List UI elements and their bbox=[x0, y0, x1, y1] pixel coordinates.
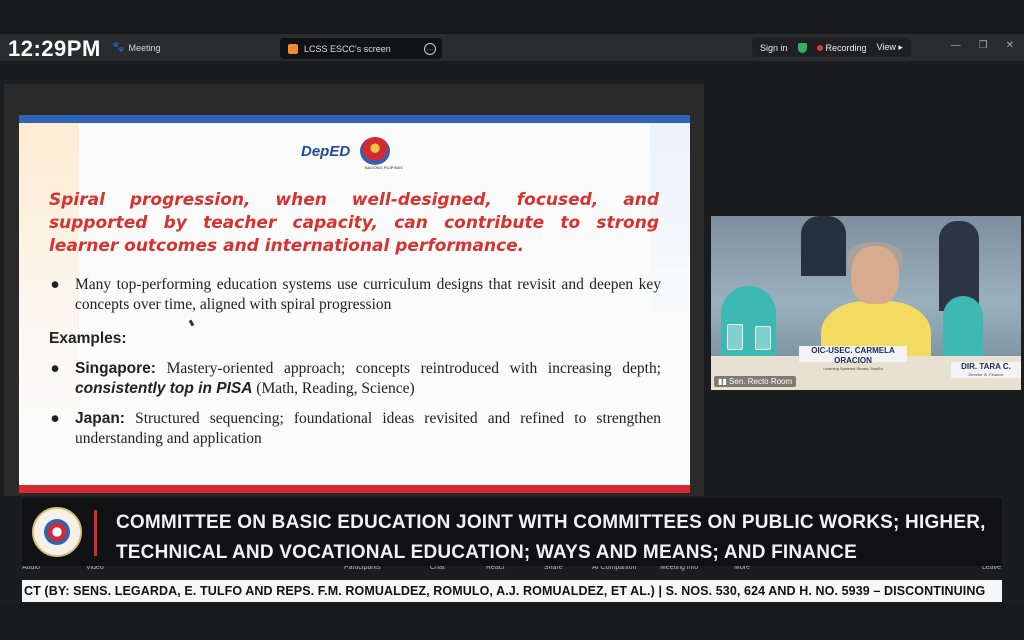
meeting-label: Meeting bbox=[128, 42, 161, 53]
slide-body: ● Many top-performing education systems … bbox=[49, 275, 661, 449]
meeting-title: 🐾 Meeting bbox=[112, 42, 160, 53]
bullet-dot: ● bbox=[50, 360, 60, 377]
water-glass bbox=[755, 326, 771, 350]
ticker-text: CT (BY: SENS. LEGARDA, E. TULFO AND REPS… bbox=[24, 584, 986, 598]
nameplate-side: DIR. TARA C. Director III, Finance bbox=[951, 362, 1021, 378]
senate-seal-icon bbox=[32, 507, 82, 557]
minimize-icon[interactable]: — bbox=[951, 40, 961, 51]
screen-share-tab[interactable]: LCSS ESCC's screen … bbox=[280, 38, 442, 59]
share-tab-label: LCSS ESCC's screen bbox=[304, 43, 391, 54]
bullet-dot: ● bbox=[50, 276, 60, 293]
bullet-text: Japan: Structured sequencing; foundation… bbox=[75, 410, 661, 447]
titlebar-actions: Sign in Recording View ▸ bbox=[752, 38, 911, 57]
bagong-pilipinas-logo bbox=[360, 137, 391, 165]
deped-logo: DepED bbox=[301, 142, 351, 160]
singapore-label: Singapore: bbox=[75, 360, 156, 377]
bullet-item: ● Many top-performing education systems … bbox=[49, 275, 661, 315]
participant-video[interactable]: OIC-USEC. CARMELA ORACION Learning System… bbox=[711, 216, 1021, 390]
share-app-icon bbox=[288, 43, 298, 54]
japan-label: Japan: bbox=[75, 410, 125, 427]
participant-name-label: ▮▮ Sen. Recto Room bbox=[714, 376, 797, 387]
pisa-emphasis: consistently top in PISA bbox=[75, 380, 253, 397]
banner-title: COMMITTEE ON BASIC EDUCATION JOINT WITH … bbox=[116, 512, 986, 563]
sign-in-button[interactable]: Sign in bbox=[760, 43, 788, 53]
presentation-slide: DepED BAGONG PILIPINAS Spiral progressio… bbox=[19, 115, 690, 493]
window-controls: — ❐ ✕ bbox=[951, 40, 1014, 51]
slide-bottom-bar bbox=[19, 485, 690, 493]
bullet-item: ● Japan: Structured sequencing; foundati… bbox=[49, 409, 661, 449]
slide-headline: Spiral progression, when well-designed, … bbox=[49, 190, 659, 256]
slide-logos: DepED bbox=[301, 137, 391, 165]
more-options-icon[interactable]: … bbox=[424, 42, 436, 55]
news-ticker: CT (BY: SENS. LEGARDA, E. TULFO AND REPS… bbox=[22, 580, 1002, 602]
close-icon[interactable]: ✕ bbox=[1006, 40, 1014, 51]
security-shield-icon[interactable] bbox=[797, 42, 807, 53]
paw-icon: 🐾 bbox=[112, 42, 125, 53]
bullet-text: Many top-performing education systems us… bbox=[75, 276, 661, 313]
record-dot-icon bbox=[816, 44, 823, 51]
examples-heading: Examples: bbox=[49, 330, 127, 347]
bottom-letterbox bbox=[0, 604, 1024, 640]
slide-top-bar bbox=[19, 115, 690, 123]
bullet-item: ● Singapore: Mastery-oriented approach; … bbox=[49, 359, 661, 399]
logo-caption: BAGONG PILIPINAS bbox=[365, 165, 403, 170]
banner-accent-line bbox=[94, 510, 97, 556]
view-button[interactable]: View ▸ bbox=[877, 42, 903, 53]
maximize-icon[interactable]: ❐ bbox=[979, 40, 988, 51]
clock-overlay: 12:29PM bbox=[8, 36, 101, 61]
nameplate-main: OIC-USEC. CARMELA ORACION Learning System… bbox=[799, 346, 907, 371]
bullet-text: Singapore: Mastery-oriented approach; co… bbox=[75, 360, 661, 397]
water-glass bbox=[727, 324, 743, 350]
bullet-dot: ● bbox=[50, 410, 60, 427]
recording-indicator[interactable]: Recording bbox=[816, 43, 867, 53]
top-letterbox bbox=[0, 0, 1024, 34]
